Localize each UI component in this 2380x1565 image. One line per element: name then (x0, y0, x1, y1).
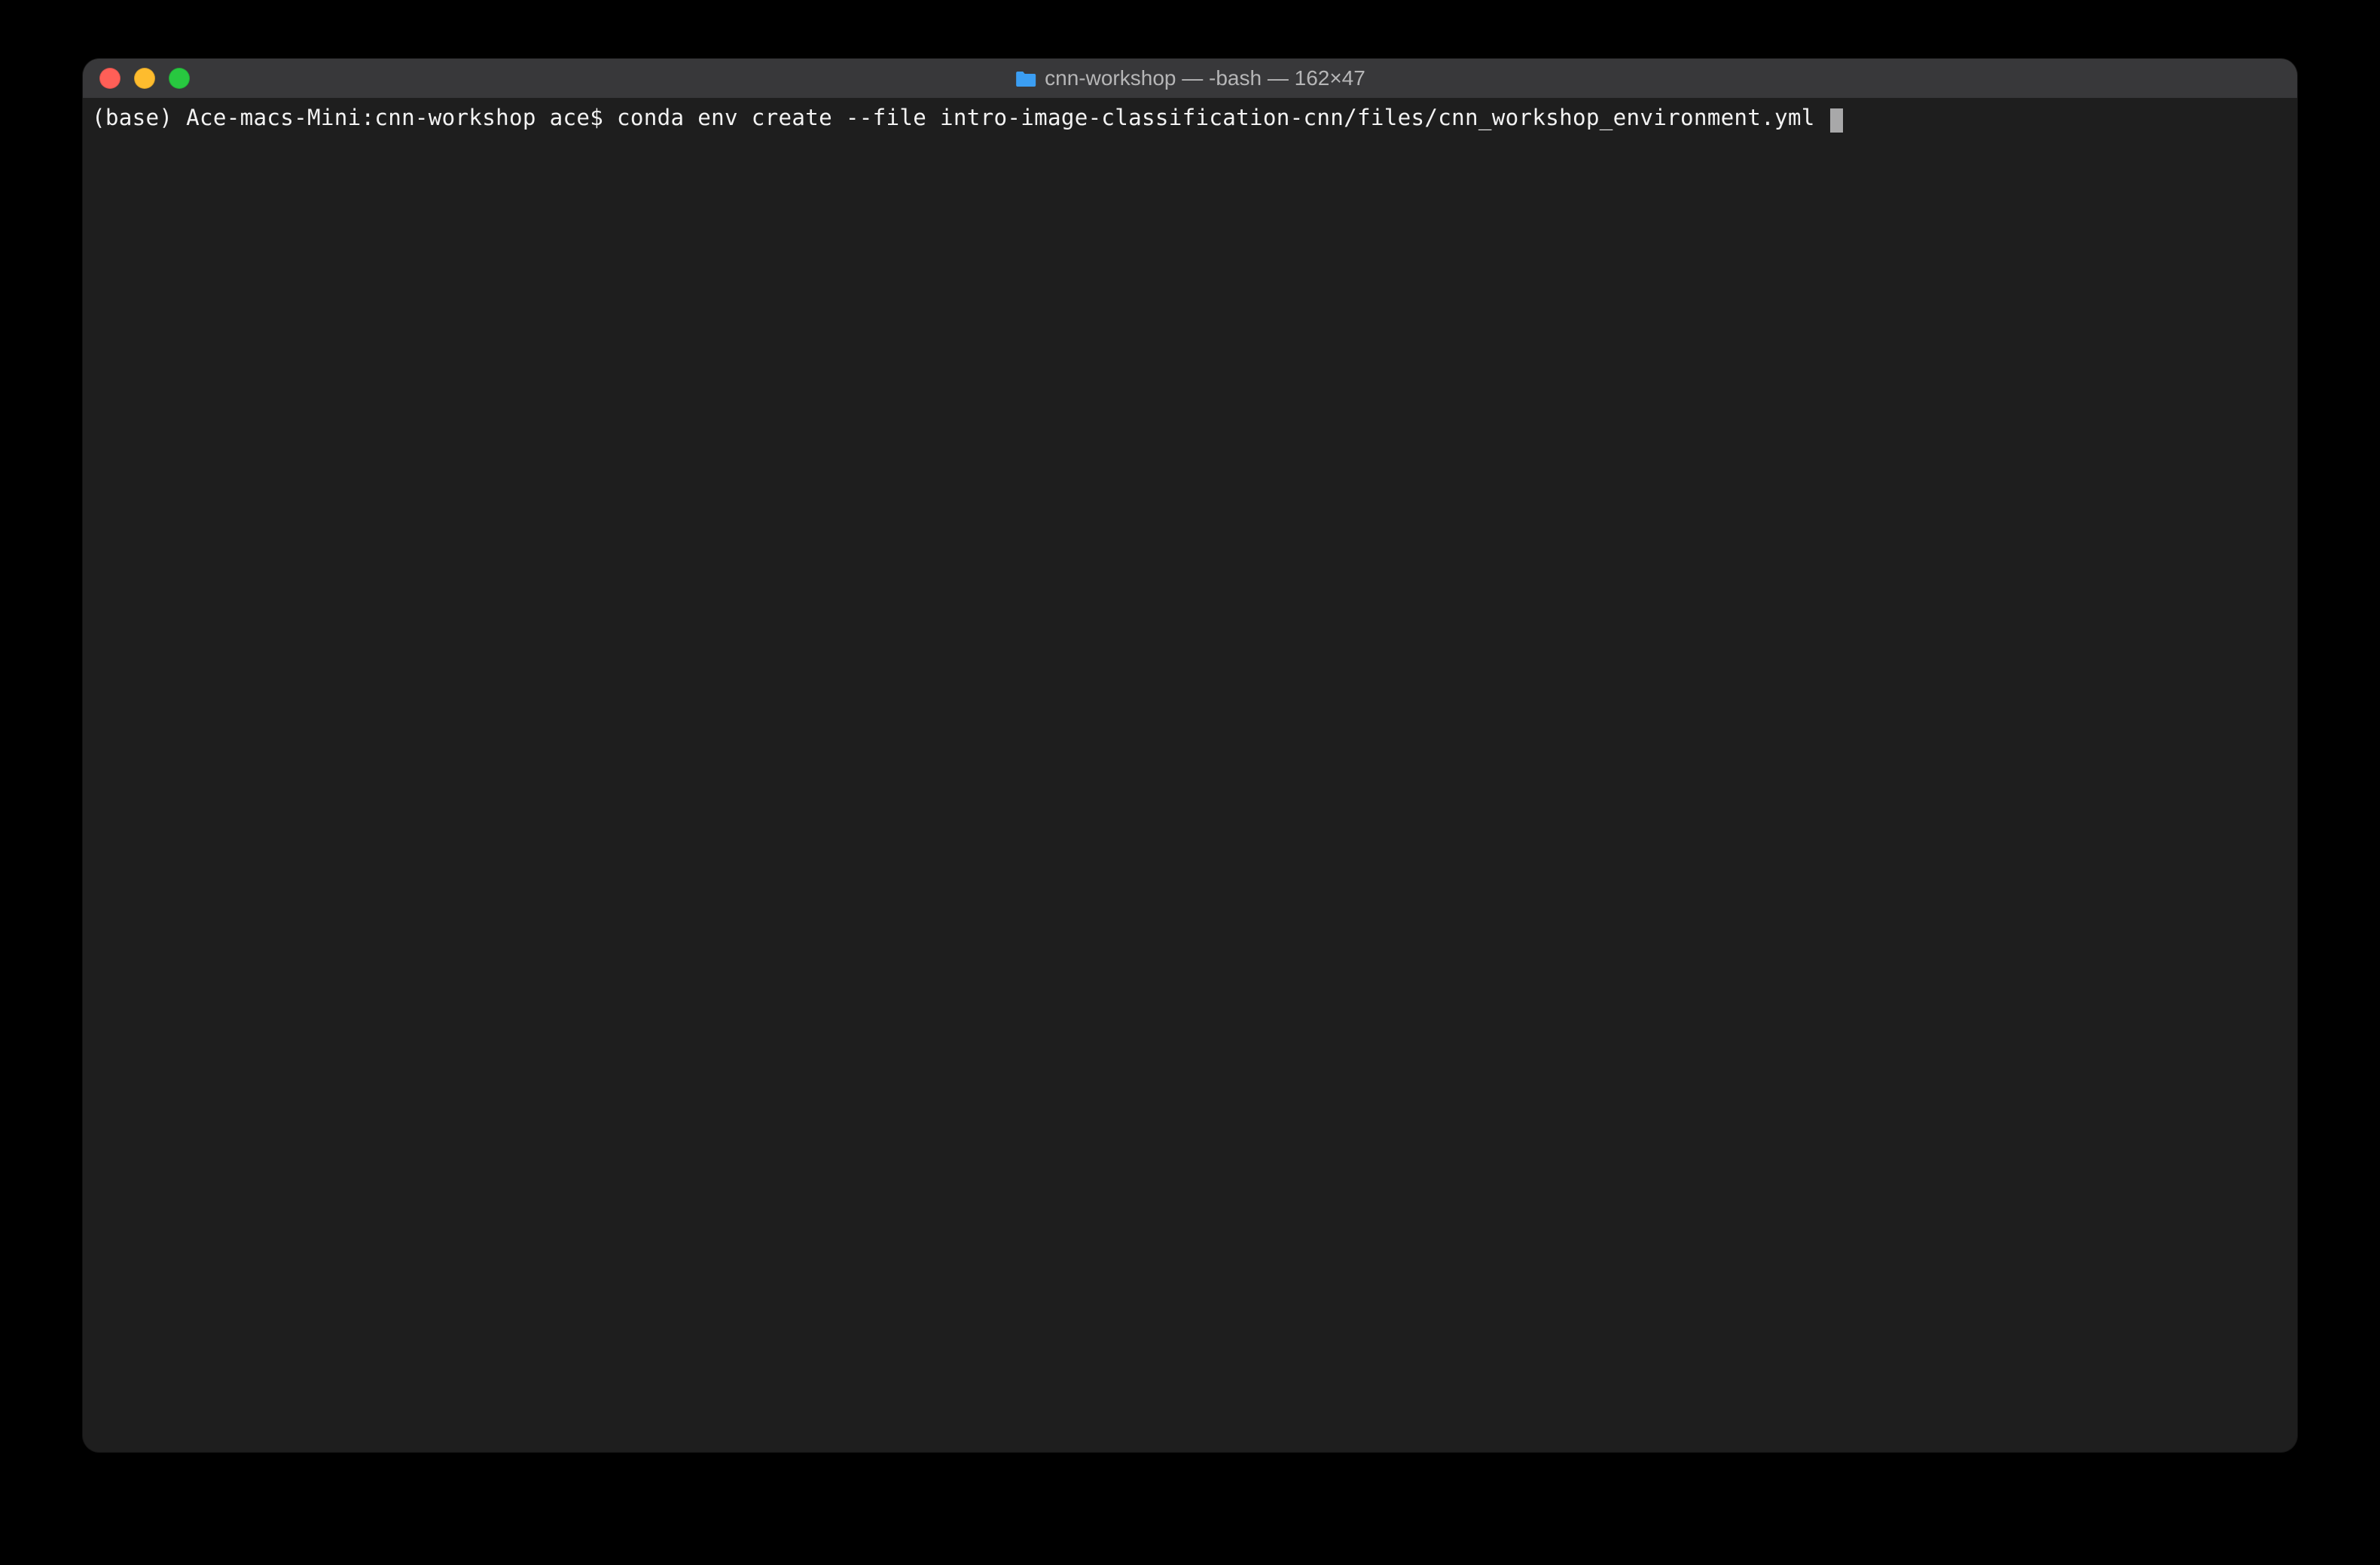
window-titlebar[interactable]: cnn-workshop — -bash — 162×47 (83, 59, 2297, 98)
close-button[interactable] (99, 68, 121, 89)
terminal-window: cnn-workshop — -bash — 162×47 (base) Ace… (83, 59, 2297, 1452)
terminal-content-area[interactable]: (base) Ace-macs-Mini:cnn-workshop ace$ c… (83, 98, 2297, 1452)
window-title: cnn-workshop — -bash — 162×47 (1015, 66, 1365, 90)
window-title-text: cnn-workshop — -bash — 162×47 (1045, 66, 1365, 90)
cursor-icon (1830, 108, 1843, 133)
terminal-command-input[interactable]: conda env create --file intro-image-clas… (617, 105, 1829, 130)
folder-icon (1015, 69, 1037, 87)
traffic-lights-group (83, 68, 190, 89)
maximize-button[interactable] (169, 68, 190, 89)
terminal-prompt: (base) Ace-macs-Mini:cnn-workshop ace$ (92, 105, 617, 130)
minimize-button[interactable] (134, 68, 155, 89)
